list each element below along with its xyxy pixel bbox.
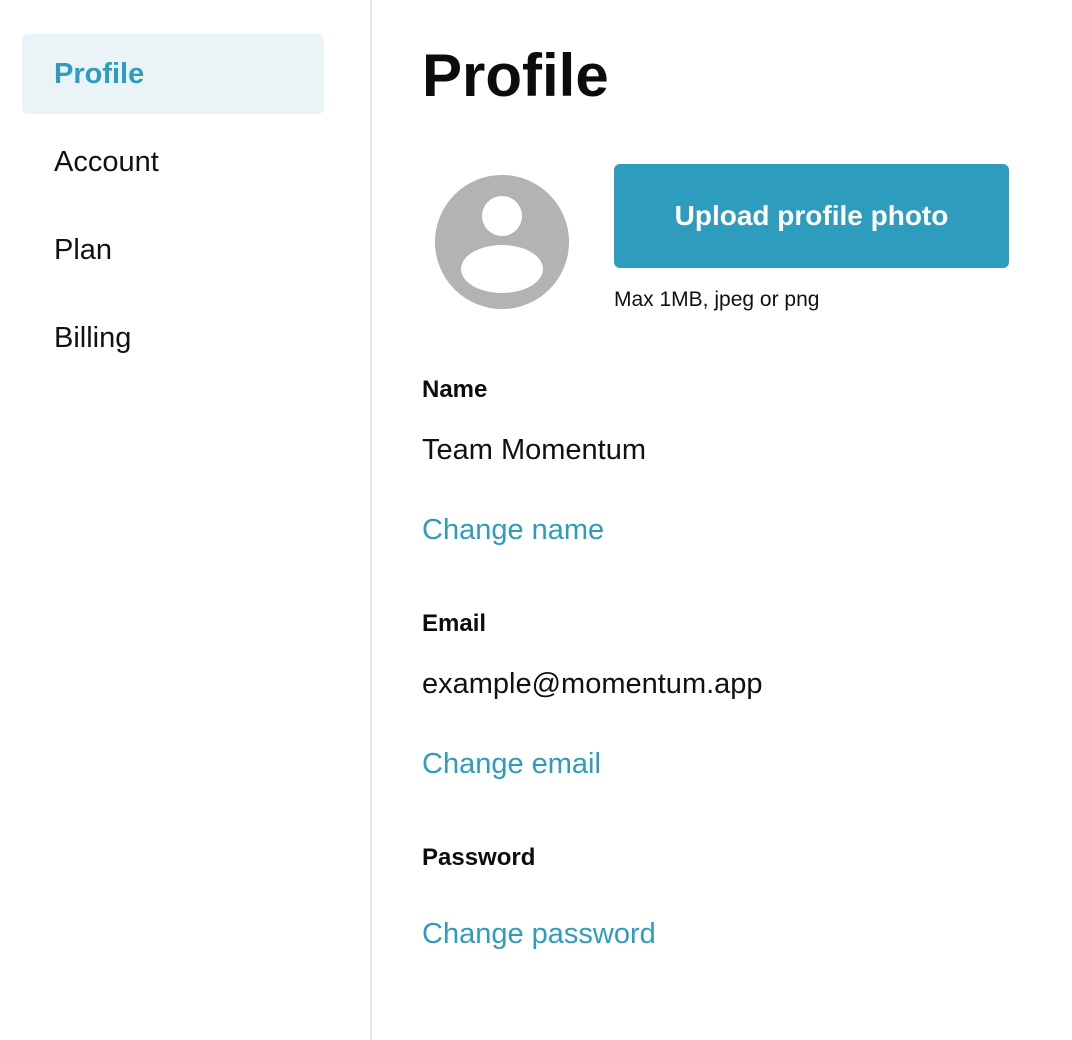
sidebar-item-label: Profile [54, 57, 145, 90]
sidebar-item-label: Billing [54, 321, 132, 354]
settings-sidebar: Profile Account Plan Billing [0, 0, 372, 1040]
sidebar-item-label: Account [54, 145, 159, 178]
sidebar-item-account[interactable]: Account [22, 122, 324, 202]
sidebar-item-label: Plan [54, 233, 113, 266]
avatar [435, 175, 569, 309]
password-label: Password [422, 844, 536, 871]
sidebar-item-plan[interactable]: Plan [22, 210, 324, 290]
settings-window: Profile Account Plan Billing Profile Upl… [0, 0, 1072, 1040]
upload-hint: Max 1MB, jpeg or png [614, 288, 820, 311]
change-name-link[interactable]: Change name [422, 514, 604, 547]
sidebar-item-profile[interactable]: Profile [22, 34, 324, 114]
page-title: Profile [422, 42, 609, 109]
name-value: Team Momentum [422, 434, 647, 466]
user-placeholder-icon [435, 175, 569, 309]
upload-profile-photo-button[interactable]: Upload profile photo [614, 164, 1009, 268]
profile-panel: Profile Upload profile photo Max 1MB, jp… [422, 0, 1042, 1040]
email-label: Email [422, 610, 487, 637]
sidebar-item-billing[interactable]: Billing [22, 298, 324, 378]
change-password-link[interactable]: Change password [422, 918, 656, 951]
change-email-link[interactable]: Change email [422, 748, 601, 781]
email-value: example@momentum.app [422, 668, 763, 700]
name-label: Name [422, 376, 488, 403]
